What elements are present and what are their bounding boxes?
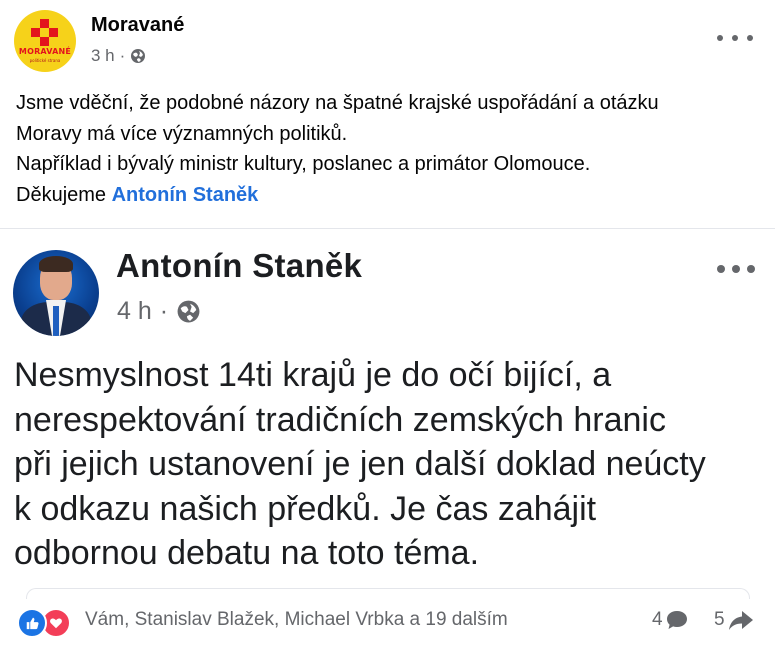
- shared-text-line: při jejich ustanovení je jen další dokla…: [14, 445, 706, 483]
- logo-brand-subtext: politické strana: [29, 58, 61, 63]
- reactions-bar: Vám, Stanislav Blažek, Michael Vrbka a 1…: [0, 596, 775, 647]
- comment-icon: [666, 611, 687, 629]
- page-avatar[interactable]: MORAVANÉ politické strana: [14, 10, 76, 72]
- post-text-line: Například i bývalý ministr kultury, posl…: [16, 153, 591, 175]
- post-timestamp[interactable]: 3 h: [91, 46, 115, 66]
- page-name-link[interactable]: Moravané: [91, 14, 184, 37]
- thanks-text: Děkujeme: [16, 183, 112, 206]
- shared-post-meta: 4 h ·: [117, 297, 201, 326]
- logo-square: [31, 28, 40, 37]
- more-options-icon: [717, 265, 725, 273]
- shared-more-options-button[interactable]: [717, 262, 755, 276]
- shared-text-line: odbornou debatu na toto téma.: [14, 534, 480, 572]
- post-header: MORAVANÉ politické strana Moravané 3 h ·: [0, 0, 775, 80]
- shared-text-line: k odkazu našich předků. Je čas zahájit: [14, 489, 597, 528]
- post-text: Jsme vděční, že podobné názory na špatné…: [16, 88, 766, 210]
- more-options-icon: [747, 265, 755, 273]
- shared-author-name[interactable]: Antonín Staněk: [116, 247, 362, 285]
- logo-square: [49, 28, 58, 37]
- more-options-icon: [747, 35, 753, 41]
- shares-count-value: 5: [714, 609, 725, 630]
- post-text-line: Moravy má více významných politiků.: [16, 122, 348, 145]
- post-text-thanks-line: Děkujeme Antonín Staněk: [16, 180, 766, 211]
- shared-post-card[interactable]: Antonín Staněk 4 h · Nesmyslnost 14ti kr…: [0, 228, 775, 599]
- meta-separator: ·: [159, 297, 169, 325]
- shared-text-line: Nesmyslnost 14ti krajů je do očí bijící,…: [14, 356, 612, 394]
- post-text-line: Jsme vděční, že podobné názory na špatné…: [16, 92, 659, 114]
- shares-count[interactable]: 5: [714, 609, 754, 631]
- reactions-summary[interactable]: Vám, Stanislav Blažek, Michael Vrbka a 1…: [85, 609, 508, 631]
- author-avatar[interactable]: [13, 250, 99, 336]
- shared-text-line: nerespektování tradičních zemských hrani…: [14, 400, 666, 439]
- like-icon: [17, 608, 47, 638]
- comments-count[interactable]: 4: [652, 609, 689, 631]
- more-options-icon: [717, 35, 723, 41]
- comments-count-value: 4: [652, 609, 663, 630]
- more-options-button[interactable]: [717, 28, 753, 48]
- mention-link[interactable]: Antonín Staněk: [112, 184, 259, 206]
- shared-post-timestamp[interactable]: 4 h: [117, 297, 152, 326]
- shared-post-text: Nesmyslnost 14ti krajů je do očí bijící,…: [14, 353, 764, 576]
- reaction-icons[interactable]: [17, 608, 77, 638]
- avatar-hair: [39, 256, 73, 272]
- meta-separator: ·: [119, 46, 126, 65]
- post-meta: 3 h ·: [91, 46, 146, 66]
- avatar-tie: [53, 306, 59, 336]
- more-options-icon: [732, 265, 740, 273]
- logo-square: [40, 37, 49, 46]
- share-icon: [728, 611, 753, 630]
- logo-brand-text: MORAVANÉ: [18, 47, 72, 56]
- globe-icon[interactable]: [130, 48, 146, 64]
- globe-icon[interactable]: [176, 299, 201, 324]
- more-options-icon: [732, 35, 738, 41]
- logo-square: [40, 19, 49, 28]
